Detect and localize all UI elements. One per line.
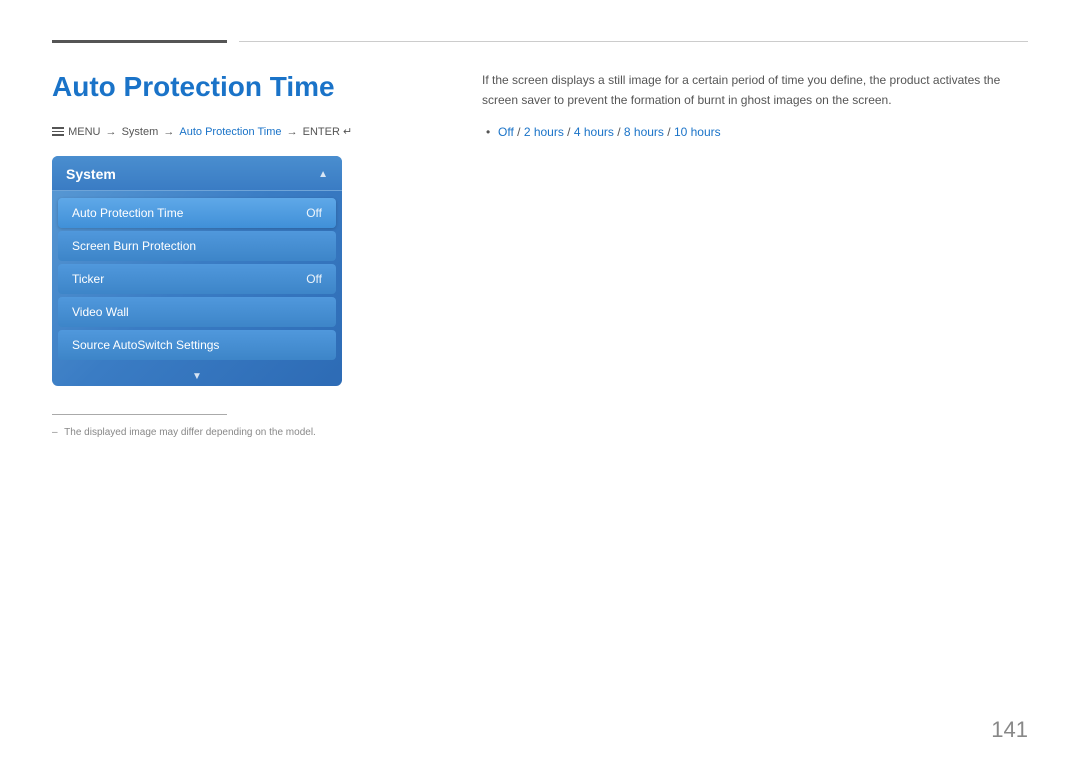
breadcrumb-highlight: Auto Protection Time [179, 126, 281, 138]
top-line-long [239, 41, 1028, 42]
menu-item-label: Auto Protection Time [72, 206, 183, 220]
breadcrumb-enter: ENTER ↵ [303, 126, 353, 138]
right-column: If the screen displays a still image for… [482, 70, 1028, 142]
option-4hours: 4 hours [574, 125, 614, 139]
breadcrumb-system: System [122, 126, 159, 138]
panel-arrow-up-icon: ▲ [318, 169, 328, 180]
left-column: Auto Protection Time MENU → System → Aut… [52, 70, 442, 440]
option-8hours: 8 hours [624, 125, 664, 139]
menu-item-screen-burn[interactable]: Screen Burn Protection [58, 231, 336, 261]
menu-item-label: Ticker [72, 272, 104, 286]
menu-item-source-autoswitch[interactable]: Source AutoSwitch Settings [58, 330, 336, 360]
options-list-item: Off / 2 hours / 4 hours / 8 hours / 10 h… [498, 123, 1028, 142]
breadcrumb-arrow2: → [163, 126, 174, 138]
page-number: 141 [991, 717, 1028, 743]
breadcrumb: MENU → System → Auto Protection Time → E… [52, 124, 442, 141]
description-text: If the screen displays a still image for… [482, 70, 1028, 111]
main-content: Auto Protection Time MENU → System → Aut… [52, 70, 1028, 723]
system-panel-title: System [66, 166, 116, 182]
breadcrumb-menu: MENU [52, 126, 104, 138]
divider-line [52, 414, 227, 415]
breadcrumb-arrow1: → [106, 126, 117, 138]
menu-item-ticker[interactable]: Ticker Off [58, 264, 336, 294]
system-panel: System ▲ Auto Protection Time Off Screen… [52, 156, 342, 386]
footnote: – The displayed image may differ dependi… [52, 425, 442, 440]
option-off: Off [498, 125, 514, 139]
options-list: Off / 2 hours / 4 hours / 8 hours / 10 h… [482, 123, 1028, 142]
menu-item-value: Off [306, 272, 322, 286]
system-panel-header: System ▲ [52, 156, 342, 191]
menu-items-list: Auto Protection Time Off Screen Burn Pro… [52, 191, 342, 367]
menu-item-label: Video Wall [72, 305, 129, 319]
panel-arrow-down-icon: ▼ [52, 367, 342, 386]
menu-icon [52, 127, 64, 136]
breadcrumb-arrow3: → [287, 126, 298, 138]
top-line-short [52, 40, 227, 43]
menu-item-video-wall[interactable]: Video Wall [58, 297, 336, 327]
top-decorative-lines [52, 40, 1028, 43]
page-title: Auto Protection Time [52, 70, 442, 104]
option-10hours: 10 hours [674, 125, 721, 139]
menu-item-label: Source AutoSwitch Settings [72, 338, 219, 352]
option-2hours: 2 hours [524, 125, 564, 139]
menu-item-label: Screen Burn Protection [72, 239, 196, 253]
menu-item-auto-protection[interactable]: Auto Protection Time Off [58, 198, 336, 228]
menu-item-value: Off [306, 206, 322, 220]
